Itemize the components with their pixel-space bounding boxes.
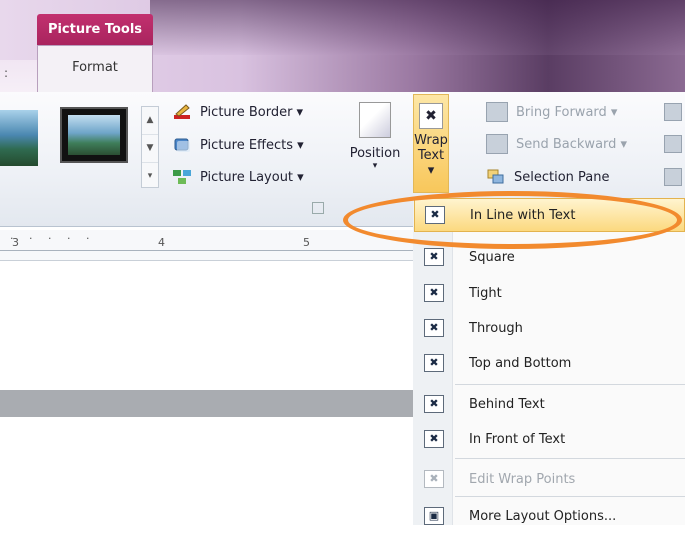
menu-item-tight[interactable]: ✖ Tight bbox=[414, 276, 685, 310]
title-bar-shade bbox=[150, 0, 685, 55]
group-icon[interactable] bbox=[664, 135, 682, 153]
annotation-highlight-oval bbox=[343, 191, 682, 249]
ruler-mark: 4 bbox=[158, 236, 165, 249]
wrap-text-icon: ✖ bbox=[419, 103, 443, 129]
pencil-icon bbox=[172, 103, 192, 121]
bring-forward-button[interactable]: Bring Forward ▾ bbox=[486, 99, 617, 125]
menu-separator bbox=[455, 496, 685, 497]
align-icon[interactable] bbox=[664, 103, 682, 121]
ruler-baseline bbox=[0, 250, 420, 251]
menu-item-in-front-of-text[interactable]: ✖ In Front of Text bbox=[414, 422, 685, 456]
menu-item-label: Through bbox=[469, 320, 523, 336]
scroll-down-icon[interactable]: ▼ bbox=[142, 135, 158, 163]
picture-effects-button[interactable]: Picture Effects ▾ bbox=[172, 132, 304, 158]
menu-item-top-and-bottom[interactable]: ✖ Top and Bottom bbox=[414, 346, 685, 380]
thumbnail-image bbox=[68, 115, 120, 155]
picture-effects-label: Picture Effects ▾ bbox=[200, 137, 304, 153]
bring-forward-icon bbox=[486, 102, 508, 122]
dropdown-arrow-icon: ▾ bbox=[372, 161, 378, 171]
menu-item-label: Tight bbox=[469, 285, 502, 301]
gallery-more-icon[interactable]: ▾ bbox=[142, 163, 158, 190]
picture-style-thumbnail-1[interactable] bbox=[0, 110, 38, 166]
rotate-icon[interactable] bbox=[664, 168, 682, 186]
position-button[interactable]: Position ▾ bbox=[345, 96, 405, 191]
document-page[interactable] bbox=[0, 261, 418, 389]
menu-item-label: Square bbox=[469, 249, 515, 265]
menu-item-label: Top and Bottom bbox=[469, 355, 572, 371]
layout-options-icon: ▣ bbox=[424, 507, 444, 525]
picture-border-label: Picture Border ▾ bbox=[200, 104, 304, 120]
picture-style-thumbnail-2[interactable] bbox=[60, 107, 128, 163]
menu-item-label: Edit Wrap Points bbox=[469, 471, 576, 487]
tab-format[interactable]: Format bbox=[37, 45, 153, 94]
menu-item-through[interactable]: ✖ Through bbox=[414, 311, 685, 345]
ruler: 3 · · · · · 4 5 bbox=[0, 230, 420, 261]
picture-border-button[interactable]: Picture Border ▾ bbox=[172, 99, 303, 125]
wrap-text-button[interactable]: ✖ Wrap Text ▾ bbox=[413, 94, 449, 193]
menu-item-label: More Layout Options... bbox=[469, 508, 617, 524]
selection-pane-icon bbox=[486, 168, 506, 186]
through-wrap-icon: ✖ bbox=[424, 319, 444, 337]
selection-pane-label: Selection Pane bbox=[514, 169, 610, 185]
smartart-layout-icon bbox=[172, 168, 192, 186]
picture-tools-context-label: Picture Tools bbox=[37, 14, 153, 45]
effects-icon bbox=[172, 136, 192, 154]
wrap-text-label-line2: Text ▾ bbox=[417, 148, 445, 178]
send-backward-icon bbox=[486, 134, 508, 154]
scroll-up-icon[interactable]: ▲ bbox=[142, 107, 158, 135]
selection-pane-button[interactable]: Selection Pane bbox=[486, 164, 610, 190]
page-gap bbox=[0, 390, 418, 417]
bring-forward-label: Bring Forward ▾ bbox=[516, 104, 618, 120]
ruler-mark: 5 bbox=[303, 236, 310, 249]
edit-wrap-points-icon: ✖ bbox=[424, 470, 444, 488]
top-bottom-wrap-icon: ✖ bbox=[424, 354, 444, 372]
wrap-text-label-line1: Wrap bbox=[414, 133, 448, 148]
menu-item-edit-wrap-points: ✖ Edit Wrap Points bbox=[414, 462, 685, 496]
menu-separator bbox=[455, 458, 685, 459]
behind-text-icon: ✖ bbox=[424, 395, 444, 413]
send-backward-button[interactable]: Send Backward ▾ bbox=[486, 131, 627, 157]
menu-item-behind-text[interactable]: ✖ Behind Text bbox=[414, 387, 685, 421]
menu-separator bbox=[455, 384, 685, 385]
square-wrap-icon: ✖ bbox=[424, 248, 444, 266]
document-page-next[interactable] bbox=[0, 417, 418, 525]
menu-item-label: In Front of Text bbox=[469, 431, 566, 447]
tight-wrap-icon: ✖ bbox=[424, 284, 444, 302]
position-icon bbox=[359, 102, 391, 138]
picture-layout-button[interactable]: Picture Layout ▾ bbox=[172, 164, 304, 190]
previous-tab-stub-label: : bbox=[4, 66, 9, 80]
gallery-scroll[interactable]: ▲ ▼ ▾ bbox=[141, 106, 159, 188]
picture-layout-label: Picture Layout ▾ bbox=[200, 169, 304, 185]
send-backward-label: Send Backward ▾ bbox=[516, 136, 628, 152]
in-front-text-icon: ✖ bbox=[424, 430, 444, 448]
menu-item-label: Behind Text bbox=[469, 396, 545, 412]
position-label: Position bbox=[349, 146, 401, 161]
dialog-launcher-icon[interactable] bbox=[312, 202, 324, 214]
menu-item-more-layout-options[interactable]: ▣ More Layout Options... bbox=[414, 499, 685, 533]
